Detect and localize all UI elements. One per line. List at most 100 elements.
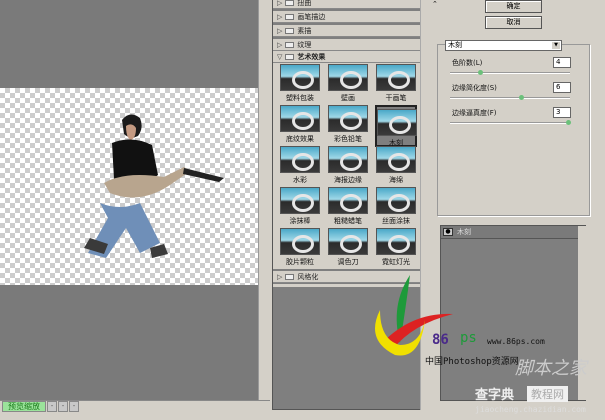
folder-icon (285, 28, 295, 34)
filter-select-value: 木刻 (448, 41, 462, 49)
watermark-86: 86 (432, 332, 449, 348)
zoom-level-field[interactable]: 预览缩放 (2, 401, 46, 412)
param-input[interactable]: 4 (553, 57, 571, 68)
category-sketch[interactable]: ▷ 素描 (273, 25, 421, 37)
category-label: 画笔描边 (297, 13, 326, 21)
category-brush-strokes[interactable]: ▷ 画笔描边 (273, 11, 421, 23)
filter-label: 调色刀 (337, 258, 359, 266)
collapse-icon: ▽ (277, 53, 283, 61)
filter-select[interactable]: 木刻 ▼ (445, 40, 562, 51)
expand-icon: ▷ (277, 41, 283, 49)
category-label: 艺术效果 (297, 53, 326, 61)
watermark-czd: 查字典 (475, 388, 515, 403)
folder-open-icon (285, 54, 295, 60)
filter-thumb[interactable]: 霓虹灯光 (375, 228, 417, 270)
filter-label: 底纹效果 (286, 135, 314, 143)
filter-label: 干画笔 (385, 94, 407, 102)
canvas-vertical-scrollbar[interactable] (258, 0, 270, 400)
param-slider[interactable] (450, 70, 570, 75)
category-artistic[interactable]: ▽ 艺术效果 (273, 51, 421, 63)
folder-icon (285, 14, 295, 20)
filter-label: 胶片颗粒 (286, 258, 314, 266)
filter-thumb[interactable]: 水彩 (279, 146, 321, 188)
slider-thumb[interactable] (477, 70, 483, 75)
param-label: 边缘逼真度(F) (452, 109, 497, 117)
watermark-brand: 中国Photoshop资源网 (425, 357, 519, 367)
filter-thumb[interactable]: 调色刀 (327, 228, 369, 270)
watermark-ps: ps (460, 330, 477, 346)
category-label: 风格化 (297, 273, 319, 281)
zoom-button[interactable]: - (69, 401, 79, 412)
filter-preview-image (376, 187, 416, 214)
filter-thumb[interactable]: 底纹效果 (279, 105, 321, 147)
filter-thumb[interactable]: 海绵 (375, 146, 417, 188)
cancel-button[interactable]: 取消 (485, 16, 542, 29)
filter-thumb[interactable]: 海报边缘 (327, 146, 369, 188)
param-label: 色阶数(L) (452, 59, 483, 67)
folder-icon (285, 42, 295, 48)
expand-icon: ▷ (277, 27, 283, 35)
slider-thumb[interactable] (566, 120, 571, 125)
filter-label: 霓虹灯光 (382, 258, 410, 266)
filter-label: 彩色铅笔 (334, 135, 362, 143)
filter-thumb[interactable]: 干画笔 (375, 64, 417, 106)
category-texture[interactable]: ▷ 纹理 (273, 39, 421, 51)
category-distort[interactable]: ▷ 扭曲 (273, 0, 421, 9)
guitarist-image (84, 114, 224, 258)
filter-preview-image (328, 228, 368, 255)
filter-label: 粗糙蜡笔 (334, 217, 362, 225)
collapse-icon[interactable]: ⌃ (432, 0, 438, 8)
filter-label: 塑料包装 (286, 94, 314, 102)
filter-preview-image (280, 105, 320, 132)
filter-thumb[interactable]: 丝面涂抹 (375, 187, 417, 229)
param-label: 边缘简化度(S) (452, 84, 497, 92)
chevron-down-icon: ▼ (552, 42, 560, 49)
slider-thumb[interactable] (518, 95, 524, 100)
param-slider[interactable] (450, 95, 570, 100)
category-label: 素描 (297, 27, 312, 35)
filter-preview-image (377, 109, 417, 136)
filter-preview-image (328, 146, 368, 173)
eye-icon[interactable]: ● (443, 228, 453, 236)
filter-preview-image (376, 228, 416, 255)
zoom-button[interactable]: - (58, 401, 68, 412)
filter-thumb[interactable]: 胶片颗粒 (279, 228, 321, 270)
filter-label: 水彩 (293, 176, 307, 184)
filter-preview-image (280, 146, 320, 173)
params-group (437, 44, 590, 216)
filter-label: 丝面涂抹 (382, 217, 410, 225)
filter-preview-image (328, 105, 368, 132)
watermark-czd2: 教程网 (527, 386, 568, 402)
zoom-button[interactable]: - (47, 401, 57, 412)
filter-preview-image (328, 187, 368, 214)
layer-label: 木刻 (457, 228, 471, 236)
expand-icon: ▷ (277, 13, 283, 21)
filter-preview-image (328, 64, 368, 91)
expand-icon: ▷ (277, 0, 283, 7)
filter-thumb[interactable]: 涂抹棒 (279, 187, 321, 229)
category-label: 扭曲 (297, 0, 312, 7)
filter-thumb[interactable]: 彩色铅笔 (327, 105, 369, 147)
effect-layer-row[interactable]: 木刻 (441, 226, 578, 239)
filter-preview-image (280, 64, 320, 91)
param-input[interactable]: 6 (553, 82, 571, 93)
filter-preview-image (280, 187, 320, 214)
watermark-czd-url: jiaocheng.chazidian.com (475, 405, 586, 414)
filter-thumb[interactable]: 塑料包装 (279, 64, 321, 106)
expand-icon: ▷ (277, 273, 283, 281)
ok-button[interactable]: 确定 (485, 0, 542, 13)
watermark-jb51: 脚本之家 (515, 358, 587, 379)
param-slider[interactable] (450, 120, 571, 125)
param-input[interactable]: 3 (553, 107, 571, 118)
folder-icon (285, 0, 295, 6)
filter-thumb[interactable]: 粗糙蜡笔 (327, 187, 369, 229)
filter-preview-image (280, 228, 320, 255)
filter-thumb[interactable]: 壁画 (327, 64, 369, 106)
filter-preview-image (376, 146, 416, 173)
category-label: 纹理 (297, 41, 312, 49)
watermark-site: www.86ps.com (487, 337, 545, 346)
filter-thumbnail-grid: 塑料包装 壁画 干画笔底纹效果 彩色铅笔 木刻水彩 海报边缘 海绵涂抹棒 粗糙蜡笔 丝面涂抹胶片… (273, 63, 421, 269)
filter-label: 壁画 (341, 94, 355, 102)
filter-label: 涂抹棒 (289, 217, 311, 225)
filter-thumb[interactable]: 木刻 (375, 105, 417, 147)
